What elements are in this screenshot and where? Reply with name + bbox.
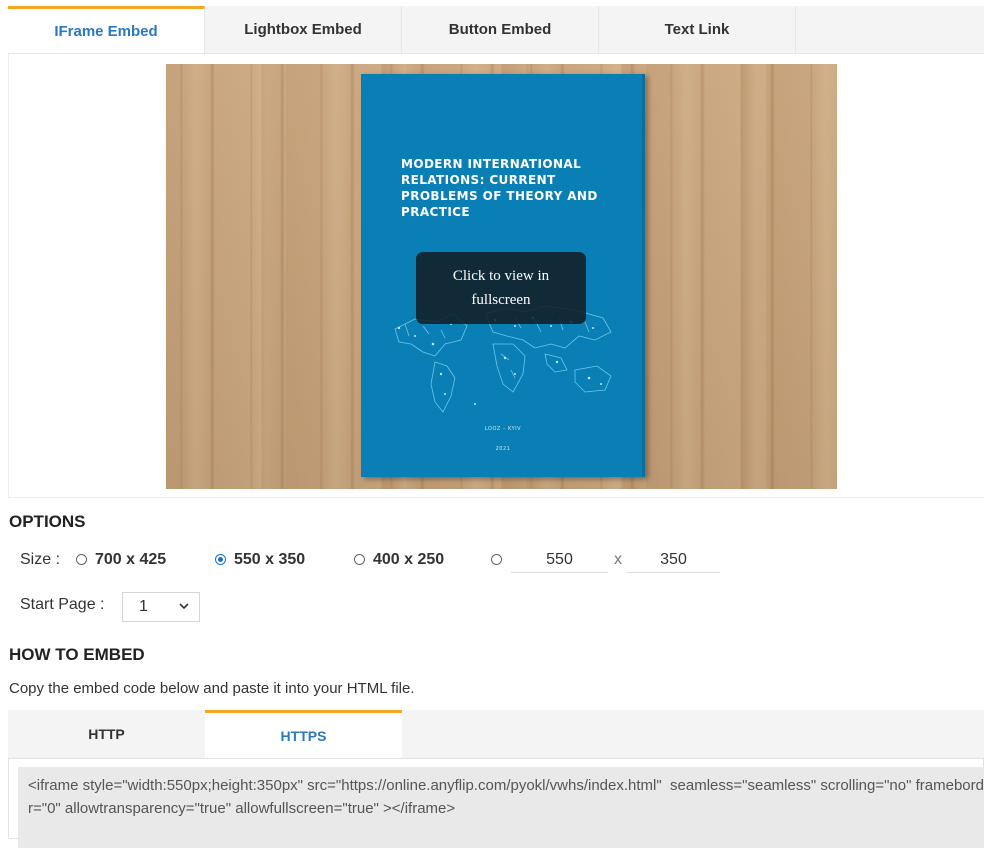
- start-page-label: Start Page :: [20, 596, 105, 613]
- protocol-tabs: HTTP HTTPS: [8, 710, 984, 758]
- size-550x350-label[interactable]: 550 x 350: [234, 548, 305, 572]
- view-fullscreen-button[interactable]: Click to view in fullscreen: [416, 252, 586, 324]
- embed-code-textarea[interactable]: <iframe style="width:550px;height:350px"…: [18, 767, 984, 848]
- embed-instructions: Copy the embed code below and paste it i…: [9, 680, 415, 697]
- size-700x425-label[interactable]: 700 x 425: [95, 548, 166, 572]
- tab-text-link[interactable]: Text Link: [599, 6, 796, 53]
- custom-width-input[interactable]: [511, 548, 608, 573]
- options-heading: OPTIONS: [9, 512, 86, 531]
- dimension-separator: x: [614, 551, 622, 568]
- tab-http[interactable]: HTTP: [8, 710, 205, 758]
- book-spine-edge: [642, 74, 645, 477]
- embed-code-panel: <iframe style="width:550px;height:350px"…: [8, 758, 984, 848]
- start-page-select[interactable]: 1: [122, 592, 200, 622]
- size-options: Size : 700 x 425 550 x 350 400 x 250 x: [20, 548, 740, 574]
- start-page-row: Start Page : 1: [20, 592, 420, 622]
- tab-iframe-embed[interactable]: IFrame Embed: [8, 6, 205, 53]
- start-page-value: 1: [139, 598, 148, 615]
- book-year: 2021: [495, 446, 511, 452]
- view-fullscreen-label: Click to view in fullscreen: [452, 268, 550, 308]
- book-publisher: LOOZ – KYIV: [484, 426, 522, 432]
- custom-height-input[interactable]: [627, 548, 720, 573]
- size-700x425-radio[interactable]: [76, 554, 87, 565]
- size-custom-radio[interactable]: [491, 554, 502, 565]
- size-550x350-radio[interactable]: [215, 554, 226, 565]
- tab-button-embed[interactable]: Button Embed: [402, 6, 599, 53]
- tab-lightbox-embed[interactable]: Lightbox Embed: [205, 6, 402, 53]
- embed-type-tabs: IFrame Embed Lightbox Embed Button Embed…: [8, 6, 984, 54]
- chevron-down-icon: [179, 603, 189, 610]
- tab-https[interactable]: HTTPS: [205, 710, 402, 758]
- book-title: MODERN INTERNATIONAL RELATIONS: CURRENT …: [401, 157, 598, 219]
- how-to-embed-heading: HOW TO EMBED: [9, 645, 145, 664]
- size-400x250-radio[interactable]: [354, 554, 365, 565]
- size-400x250-label[interactable]: 400 x 250: [373, 548, 444, 572]
- size-label: Size :: [20, 551, 61, 568]
